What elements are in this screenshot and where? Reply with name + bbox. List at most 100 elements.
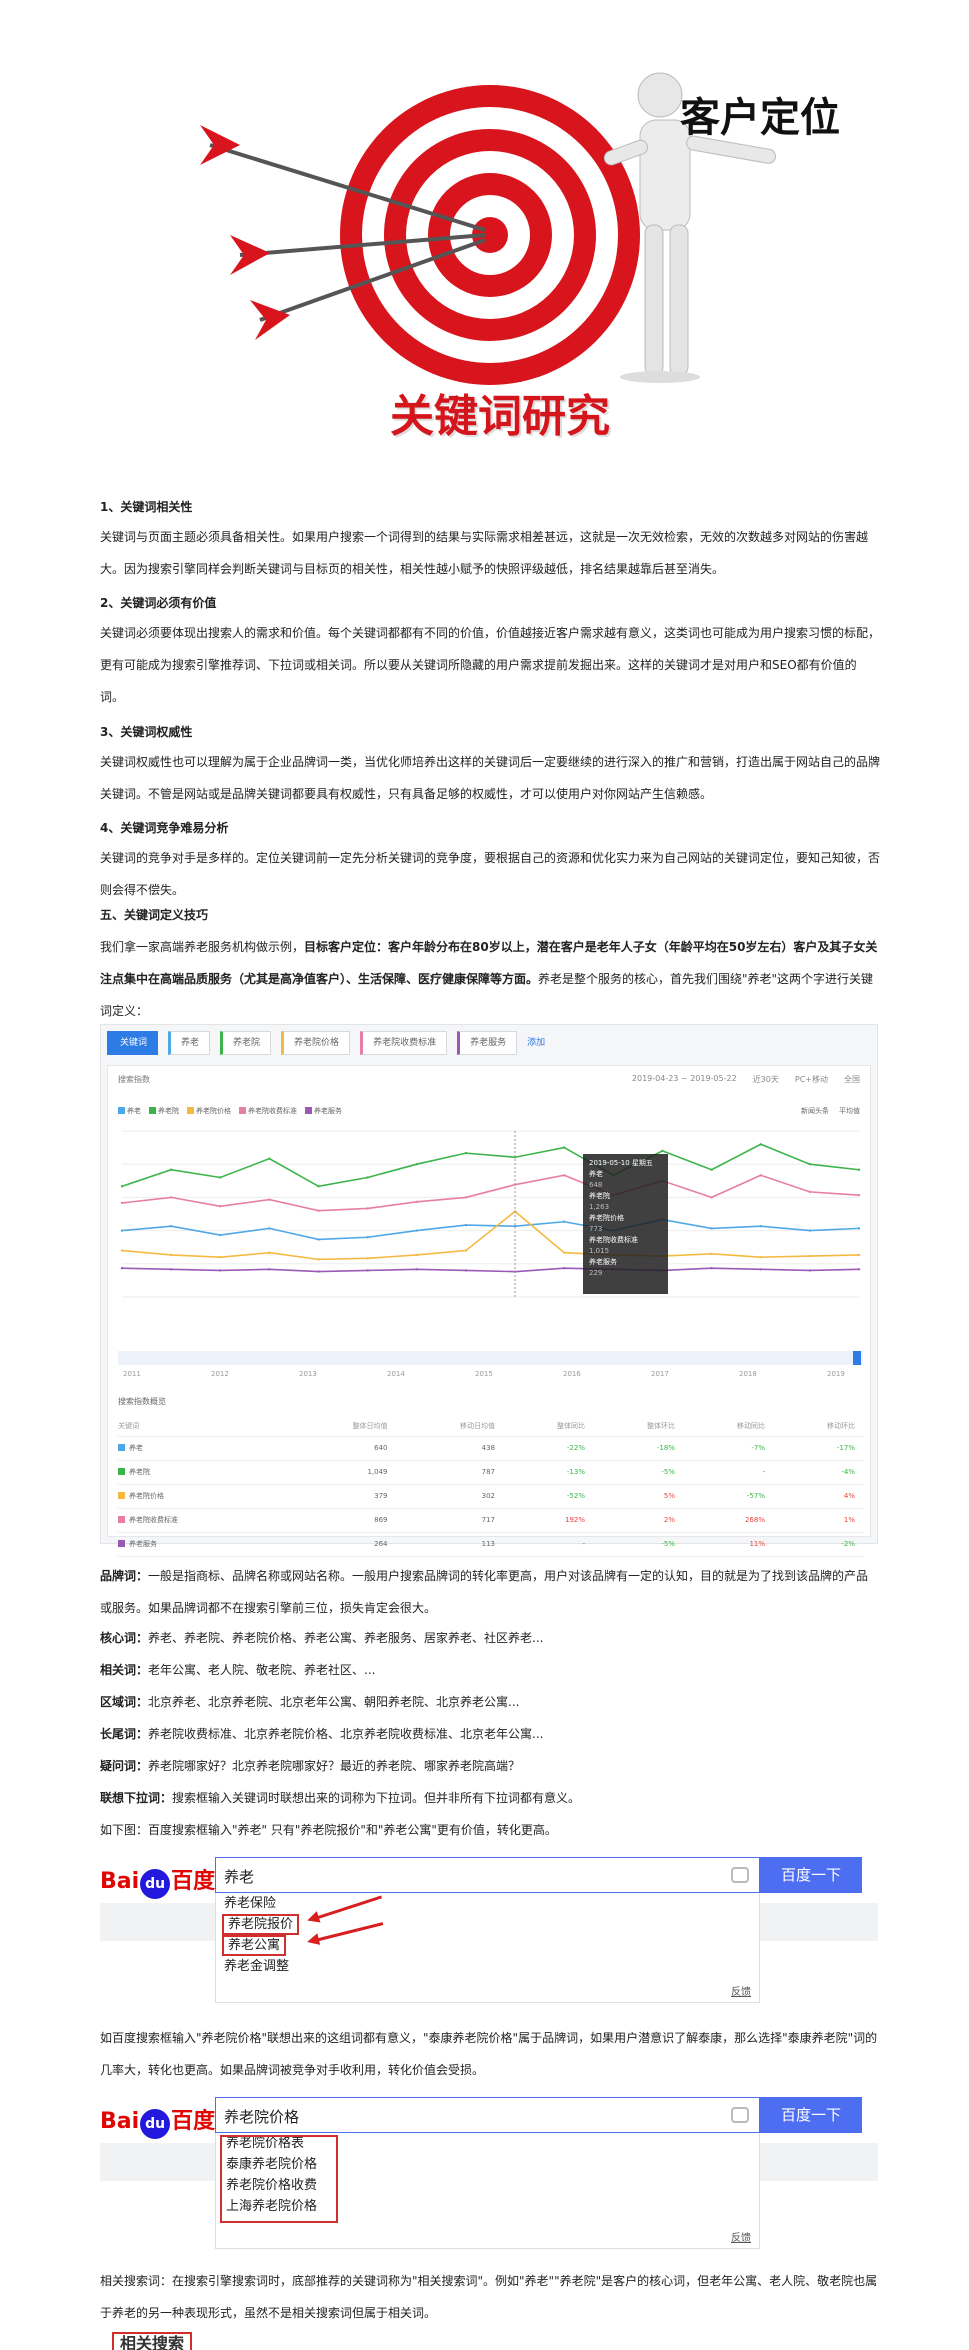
legend-item: 养老院: [149, 1106, 179, 1116]
section-1-text: 关键词与页面主题必须具备相关性。如果用户搜索一个词得到的结果与实际需求相差甚远，…: [100, 530, 869, 576]
table-cell: 192%: [503, 1508, 593, 1533]
legend-item: 养老服务: [305, 1106, 342, 1116]
table-cell: -22%: [503, 1436, 593, 1461]
average-checkbox[interactable]: 平均值: [839, 1106, 860, 1116]
timeline-year-label: 2016: [563, 1370, 581, 1378]
section-4-text: 关键词的竞争对手是多样的。定位关键词前一定先分析关键词的竞争度，要根据自己的资源…: [100, 851, 881, 897]
data-point: [219, 1233, 222, 1237]
data-point: [759, 1224, 762, 1228]
data-point: [710, 1267, 713, 1270]
series-swatch: [118, 1468, 125, 1475]
camera-icon[interactable]: [731, 2107, 749, 2123]
data-point: [169, 1168, 173, 1171]
timeline-handle[interactable]: [853, 1351, 861, 1365]
range-select[interactable]: 近30天: [753, 1074, 779, 1085]
timeline-year-label: 2014: [387, 1370, 405, 1378]
data-point: [366, 1236, 369, 1239]
data-point: [268, 1198, 271, 1201]
suggestion-item-highlighted[interactable]: 养老院报价: [222, 1914, 300, 1935]
data-point: [808, 1163, 812, 1166]
feedback-link[interactable]: 反馈: [731, 2229, 751, 2244]
data-point: [857, 1168, 861, 1171]
intro-paragraph: 我们拿一家高端养老服务机构做示例，目标客户定位：客户年龄分布在80岁以上，潜在客…: [100, 931, 880, 1027]
tab-yanglao[interactable]: 养老: [168, 1031, 211, 1055]
data-point: [857, 1268, 861, 1271]
data-point: [366, 1269, 369, 1272]
data-point: [415, 1229, 418, 1232]
suggestion-item[interactable]: 养老金调整: [216, 1956, 759, 1977]
timeline-scrubber[interactable]: 2011 2012 2013 2014 2015 2016 2017 2018 2019: [118, 1351, 863, 1379]
table-cell: -18%: [593, 1436, 683, 1461]
table-cell: -4%: [773, 1460, 863, 1485]
table-row: 养老院收费标准 869 717 192% 2% 268% 1%: [118, 1508, 863, 1533]
data-point: [661, 1149, 664, 1153]
data-point: [317, 1258, 320, 1261]
table-cell: 268%: [683, 1508, 773, 1533]
overview-title: 搜索指数概览: [118, 1397, 166, 1406]
suggestion-item[interactable]: 养老保险: [216, 1893, 759, 1914]
index-card: 搜索指数 2019-04-23 ~ 2019-05-22 近30天 PC+移动 …: [107, 1065, 871, 1557]
legend-swatch: [239, 1107, 246, 1114]
data-point: [169, 1268, 173, 1271]
baidu-search-input[interactable]: 养老: [215, 1857, 760, 1893]
data-point: [169, 1196, 173, 1199]
caption-3: 相关搜索词：在搜索引擎搜索词时，底部推荐的关键词称为"相关搜索词"。例如"养老"…: [100, 2274, 878, 2320]
hero-title: 客户定位: [680, 95, 840, 141]
table-cell: -5%: [593, 1532, 683, 1557]
data-point: [120, 1185, 124, 1188]
data-point: [317, 1238, 320, 1241]
add-tab-link[interactable]: 添加: [527, 1031, 545, 1057]
table-row: 养老院 1,049 787 -13% -5% - -4%: [118, 1460, 863, 1485]
legend-item: 养老: [118, 1106, 141, 1116]
data-point: [563, 1174, 566, 1177]
data-point: [808, 1254, 812, 1258]
suggestion-item-highlighted[interactable]: 养老公寓: [222, 1935, 287, 1956]
table-cell: -2%: [773, 1532, 863, 1557]
tooltip-row: 养老院价格 773: [589, 1214, 624, 1233]
table-cell: 869: [288, 1508, 396, 1533]
data-point: [415, 1253, 418, 1257]
tab-yanglaoyuan[interactable]: 养老院: [220, 1031, 272, 1055]
data-point: [317, 1209, 320, 1212]
tab-yanglaoyuan-fee[interactable]: 养老院收费标准: [360, 1031, 448, 1055]
data-point: [710, 1252, 713, 1256]
region-select[interactable]: 全国: [844, 1074, 860, 1085]
glossary-brand: 品牌词：一般是指商标、品牌名称或网站名称。一般用户搜索品牌词的转化率更高，用户对…: [100, 1569, 869, 1615]
device-select[interactable]: PC+移动: [795, 1074, 828, 1085]
section-5-heading: 五、关键词定义技巧: [100, 908, 209, 922]
timeline-track[interactable]: [118, 1351, 863, 1365]
hero-keyword-title: 关键词研究: [390, 391, 610, 442]
data-point: [268, 1227, 271, 1230]
feedback-link[interactable]: 反馈: [731, 1983, 751, 1998]
tab-keyword[interactable]: 关键词: [107, 1031, 159, 1055]
baidu-search-input[interactable]: 养老院价格: [215, 2097, 760, 2133]
tooltip-row: 养老院 1,263: [589, 1192, 610, 1211]
table-cell: 717: [395, 1508, 503, 1533]
data-point: [710, 1168, 713, 1171]
data-point: [120, 1267, 124, 1270]
table-cell: -: [503, 1532, 593, 1557]
data-point: [563, 1220, 566, 1223]
baidu-search-button[interactable]: 百度一下: [760, 1857, 862, 1893]
baidu-search-button[interactable]: 百度一下: [760, 2097, 862, 2133]
caption-2: 如百度搜索框输入"养老院价格"联想出来的这组词都有意义，"泰康养老院价格"属于品…: [100, 2031, 878, 2077]
data-point: [759, 1268, 762, 1271]
data-point: [857, 1193, 861, 1197]
tab-yanglaoyuan-price[interactable]: 养老院价格: [281, 1031, 351, 1055]
baidu-search-2: Bai du 百度 养老院价格 百度一下 养老院价格表 泰康养老院价格 养老院价格收…: [100, 2097, 878, 2257]
date-range[interactable]: 2019-04-23 ~ 2019-05-22: [632, 1074, 737, 1085]
glossary-dropdown: 联想下拉词：搜索框输入关键词时联想出来的词称为下拉词。但并非所有下拉词都有意义。: [100, 1791, 581, 1805]
news-checkbox[interactable]: 新闻头条: [801, 1106, 829, 1116]
timeline-year-label: 2013: [299, 1370, 317, 1378]
tab-yanglao-service[interactable]: 养老服务: [457, 1031, 518, 1055]
table-cell: -57%: [683, 1484, 773, 1509]
section-2-heading: 2、关键词必须有价值: [100, 596, 217, 610]
section-2-text: 关键词必须要体现出搜索人的需求和价值。每个关键词都都有不同的价值，价值越接近客户…: [100, 626, 881, 704]
data-point: [268, 1251, 271, 1254]
section-3-heading: 3、关键词权威性: [100, 725, 193, 739]
camera-icon[interactable]: [731, 1867, 749, 1883]
table-cell: 113: [395, 1532, 503, 1557]
baidu-logo: Bai du 百度: [100, 1863, 215, 1899]
search-index-panel: 关键词 养老 养老院 养老院价格 养老院收费标准 养老服务 添加 搜索指数 20…: [100, 1024, 878, 1557]
data-point: [464, 1223, 468, 1227]
